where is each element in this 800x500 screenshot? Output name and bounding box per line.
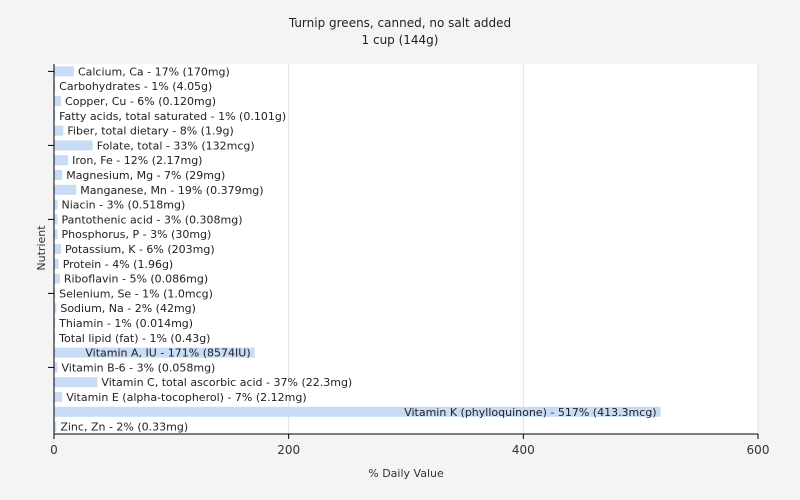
- bar: [54, 155, 69, 166]
- bar: [54, 229, 58, 240]
- bar-label: Fatty acids, total saturated - 1% (0.101…: [59, 110, 286, 123]
- bar-label: Vitamin E (alpha-tocopherol) - 7% (2.12m…: [66, 391, 306, 404]
- bar-label: Potassium, K - 6% (203mg): [65, 243, 215, 256]
- x-tick-label: 200: [277, 443, 300, 457]
- bar-label: Pantothenic acid - 3% (0.308mg): [62, 213, 243, 226]
- plot-area: Calcium, Ca - 17% (170mg) Carbohydrates -…: [48, 64, 769, 457]
- bar: [54, 199, 58, 210]
- bar-label: Fiber, total dietary - 8% (1.9g): [67, 125, 233, 138]
- bar-label: Thiamin - 1% (0.014mg): [58, 317, 193, 330]
- bar-label: Calcium, Ca - 17% (170mg): [78, 65, 230, 78]
- bar-label: Vitamin B-6 - 3% (0.058mg): [62, 361, 216, 374]
- x-axis-label: % Daily Value: [368, 467, 444, 480]
- bar-label: Folate, total - 33% (132mcg): [97, 139, 255, 152]
- bar: [54, 140, 93, 151]
- bar-label: Vitamin C, total ascorbic acid - 37% (22…: [101, 376, 352, 389]
- bar: [54, 214, 58, 225]
- bar-label: Total lipid (fat) - 1% (0.43g): [58, 332, 210, 345]
- bar: [54, 125, 64, 136]
- x-tick-label: 400: [512, 443, 535, 457]
- bar: [54, 96, 62, 106]
- bar-label: Vitamin K (phylloquinone) - 517% (413.3m…: [404, 406, 656, 419]
- bar: [54, 170, 63, 180]
- bar: [54, 244, 62, 254]
- chart-title: Turnip greens, canned, no salt added: [288, 16, 511, 30]
- bar-label: Vitamin A, IU - 171% (8574IU): [85, 347, 250, 360]
- chart-subtitle: 1 cup (144g): [362, 33, 439, 47]
- bar-label: Riboflavin - 5% (0.086mg): [64, 273, 208, 286]
- bar-label: Copper, Cu - 6% (0.120mg): [65, 95, 216, 108]
- bar-label: Carbohydrates - 1% (4.05g): [59, 80, 212, 93]
- bar: [54, 273, 60, 284]
- nutrient-bar-chart: Turnip greens, canned, no salt added 1 c…: [35, 16, 769, 480]
- y-axis-label: Nutrient: [35, 225, 48, 271]
- x-tick-label: 600: [747, 443, 770, 457]
- bar-label: Selenium, Se - 1% (1.0mcg): [59, 287, 213, 300]
- bar-label: Niacin - 3% (0.518mg): [62, 199, 186, 212]
- bar-label: Sodium, Na - 2% (42mg): [60, 302, 196, 315]
- bar-label: Magnesium, Mg - 7% (29mg): [66, 169, 225, 182]
- bar-label: Protein - 4% (1.96g): [63, 258, 174, 271]
- bar: [54, 184, 77, 195]
- bar: [54, 392, 63, 402]
- bar-label: Iron, Fe - 12% (2.17mg): [72, 154, 202, 167]
- bar-label: Phosphorus, P - 3% (30mg): [62, 228, 212, 241]
- bar: [54, 377, 98, 388]
- bar: [54, 66, 74, 77]
- bar: [54, 258, 59, 269]
- x-tick-label: 0: [50, 443, 58, 457]
- bar-label: Zinc, Zn - 2% (0.33mg): [60, 421, 188, 434]
- bar: [54, 362, 58, 373]
- bar-label: Manganese, Mn - 19% (0.379mg): [80, 184, 263, 197]
